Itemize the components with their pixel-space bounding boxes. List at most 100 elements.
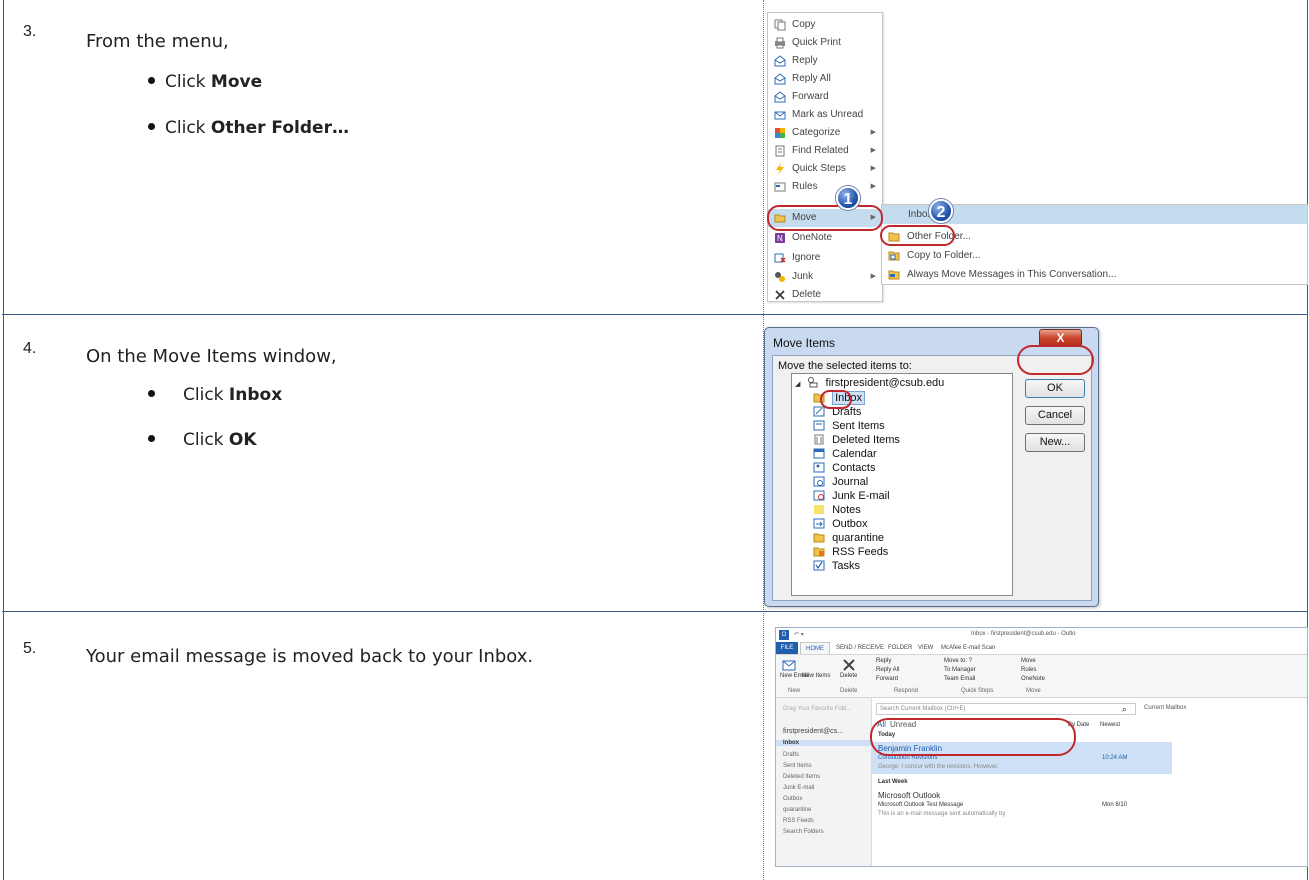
highlight-oval-moved-message xyxy=(870,718,1076,756)
bullet-text: Click xyxy=(183,385,229,405)
ribbon-group-label: Quick Steps xyxy=(961,688,994,694)
nav-folder-rss-feeds[interactable]: RSS Feeds xyxy=(783,818,814,824)
window-title: Inbox - firstpresident@csub.edu - Outlo xyxy=(971,631,1076,637)
menu-item-reply-all[interactable]: Reply All xyxy=(768,70,882,88)
menu-item-label: Junk xyxy=(792,271,814,282)
collapse-icon: ◢ xyxy=(795,381,801,388)
menu-item-rules[interactable]: Rules ▶ xyxy=(768,178,882,196)
reply-all-button[interactable]: Reply All xyxy=(876,667,899,673)
menu-item-label: Rules xyxy=(792,181,818,192)
nav-folder-junk-email[interactable]: Junk E-mail xyxy=(783,785,814,791)
search-placeholder: Search Current Mailbox (Ctrl+E) xyxy=(880,706,966,712)
delete-button[interactable]: Delete xyxy=(840,673,857,679)
tree-node-deleted-items[interactable]: Deleted Items xyxy=(813,433,900,447)
menu-item-categorize[interactable]: Categorize ▶ xyxy=(768,124,882,142)
new-items-button[interactable]: New Items xyxy=(802,673,830,679)
delete-icon xyxy=(843,659,855,671)
rules-icon xyxy=(774,182,786,192)
sort-order[interactable]: Newest xyxy=(1100,722,1120,728)
message-row[interactable]: Microsoft Outlook Microsoft Outlook Test… xyxy=(872,789,1172,821)
tree-node-calendar[interactable]: Calendar xyxy=(813,447,877,461)
tasks-icon xyxy=(813,560,825,571)
menu-item-forward[interactable]: Forward xyxy=(768,88,882,106)
tab-view[interactable]: VIEW xyxy=(918,642,933,654)
menu-item-ignore[interactable]: Ignore xyxy=(768,249,882,267)
junk-icon xyxy=(775,272,785,282)
submenu-arrow-icon: ▶ xyxy=(870,147,876,154)
folder-pane: Drag Your Favorite Fold... firstpresiden… xyxy=(776,698,872,866)
tree-node-contacts[interactable]: Contacts xyxy=(813,461,875,475)
nav-folder-deleted-items[interactable]: Deleted Items xyxy=(783,774,820,780)
quick-access-toolbar-icon[interactable]: ↶ ▾ xyxy=(794,631,804,638)
tree-node-rss-feeds[interactable]: RSS Feeds xyxy=(813,545,888,559)
message-time: 10:24 AM xyxy=(1102,755,1128,761)
ignore-icon xyxy=(774,253,786,263)
tree-node-outbox[interactable]: Outbox xyxy=(813,517,868,531)
tree-node-account[interactable]: ◢ firstpresident@csub.edu xyxy=(795,376,944,390)
nav-folder-quarantine[interactable]: quarantine xyxy=(783,807,811,813)
submenu-item-copy-to-folder[interactable]: Copy to Folder... xyxy=(882,246,1307,265)
bullet-bold-text: Other Folder… xyxy=(210,118,349,138)
tab-home[interactable]: HOME xyxy=(800,642,830,654)
menu-item-onenote[interactable]: N OneNote xyxy=(768,229,882,247)
menu-item-quick-print[interactable]: Quick Print xyxy=(768,34,882,52)
ribbon: New Email New Items Delete Reply Reply A… xyxy=(776,654,1307,698)
tree-node-sent-items[interactable]: Sent Items xyxy=(813,419,885,433)
menu-item-mark-unread[interactable]: Mark as Unread xyxy=(768,106,882,124)
step-callout-badge: 1 xyxy=(836,186,860,210)
menu-item-junk[interactable]: Junk ▶ xyxy=(768,268,882,286)
tree-node-label: Calendar xyxy=(832,448,877,460)
menu-item-quick-steps[interactable]: Quick Steps ▶ xyxy=(768,160,882,178)
message-time: Mon 8/10 xyxy=(1102,802,1128,808)
step-number: 5. xyxy=(23,640,37,657)
nav-folder-outbox[interactable]: Outbox xyxy=(783,796,802,802)
tree-node-tasks[interactable]: Tasks xyxy=(813,559,860,573)
nav-folder-drafts[interactable]: Drafts xyxy=(783,752,799,758)
tree-node-junk-email[interactable]: Junk E-mail xyxy=(813,489,890,503)
tree-node-journal[interactable]: Journal xyxy=(813,475,868,489)
tab-mcafee[interactable]: McAfee E-mail Scan xyxy=(941,642,995,654)
quickstep-move-to[interactable]: Move to: ? xyxy=(944,658,972,664)
tree-node-quarantine[interactable]: quarantine xyxy=(813,531,884,545)
search-input[interactable]: Search Current Mailbox (Ctrl+E) ⌕ xyxy=(876,703,1136,715)
ribbon-group-label: Move xyxy=(1026,688,1041,694)
tab-file[interactable]: FILE xyxy=(776,642,798,654)
bullet-text: Click xyxy=(183,430,229,450)
nav-folder-inbox[interactable]: Inbox xyxy=(776,740,871,746)
nav-folder-search-folders[interactable]: Search Folders xyxy=(783,829,824,835)
account-header[interactable]: firstpresident@cs... xyxy=(783,728,843,735)
tree-node-label: quarantine xyxy=(832,532,885,544)
message-sender: Microsoft Outlook xyxy=(878,791,941,800)
step-number: 3. xyxy=(23,23,37,40)
menu-item-label: Quick Steps xyxy=(792,163,846,174)
tab-folder[interactable]: FOLDER xyxy=(888,642,912,654)
bullet-text: Click xyxy=(165,118,211,138)
find-related-icon xyxy=(775,145,785,157)
menu-item-reply[interactable]: Reply xyxy=(768,52,882,70)
tab-send-receive[interactable]: SEND / RECEIVE xyxy=(836,642,884,654)
forward-icon xyxy=(774,91,786,103)
menu-item-delete[interactable]: Delete xyxy=(768,286,882,304)
search-scope-dropdown[interactable]: Current Mailbox xyxy=(1144,705,1186,711)
new-folder-button[interactable]: New... xyxy=(1025,433,1085,452)
move-button[interactable]: Move xyxy=(1021,658,1036,664)
nav-folder-sent-items[interactable]: Sent Items xyxy=(783,763,812,769)
ok-button[interactable]: OK xyxy=(1025,379,1085,398)
menu-item-copy[interactable]: Copy xyxy=(768,16,882,34)
calendar-icon xyxy=(813,448,825,459)
tree-node-label: Contacts xyxy=(832,462,876,474)
bullet-dot xyxy=(148,434,155,442)
tree-node-notes[interactable]: Notes xyxy=(813,503,861,517)
quickstep-team-email[interactable]: Team Email xyxy=(944,676,975,682)
reply-button[interactable]: Reply xyxy=(876,658,891,664)
cancel-button[interactable]: Cancel xyxy=(1025,406,1085,425)
menu-item-label: Delete xyxy=(792,289,821,300)
menu-item-find-related[interactable]: Find Related ▶ xyxy=(768,142,882,160)
submenu-item-always-move[interactable]: Always Move Messages in This Conversatio… xyxy=(882,265,1307,284)
step-instruction: From the menu, xyxy=(86,31,229,52)
forward-button[interactable]: Forward xyxy=(876,676,898,682)
highlight-oval-move xyxy=(767,205,883,231)
onenote-button[interactable]: OneNote xyxy=(1021,676,1045,682)
rules-button[interactable]: Rules xyxy=(1021,667,1036,673)
quickstep-to-manager[interactable]: To Manager xyxy=(944,667,976,673)
